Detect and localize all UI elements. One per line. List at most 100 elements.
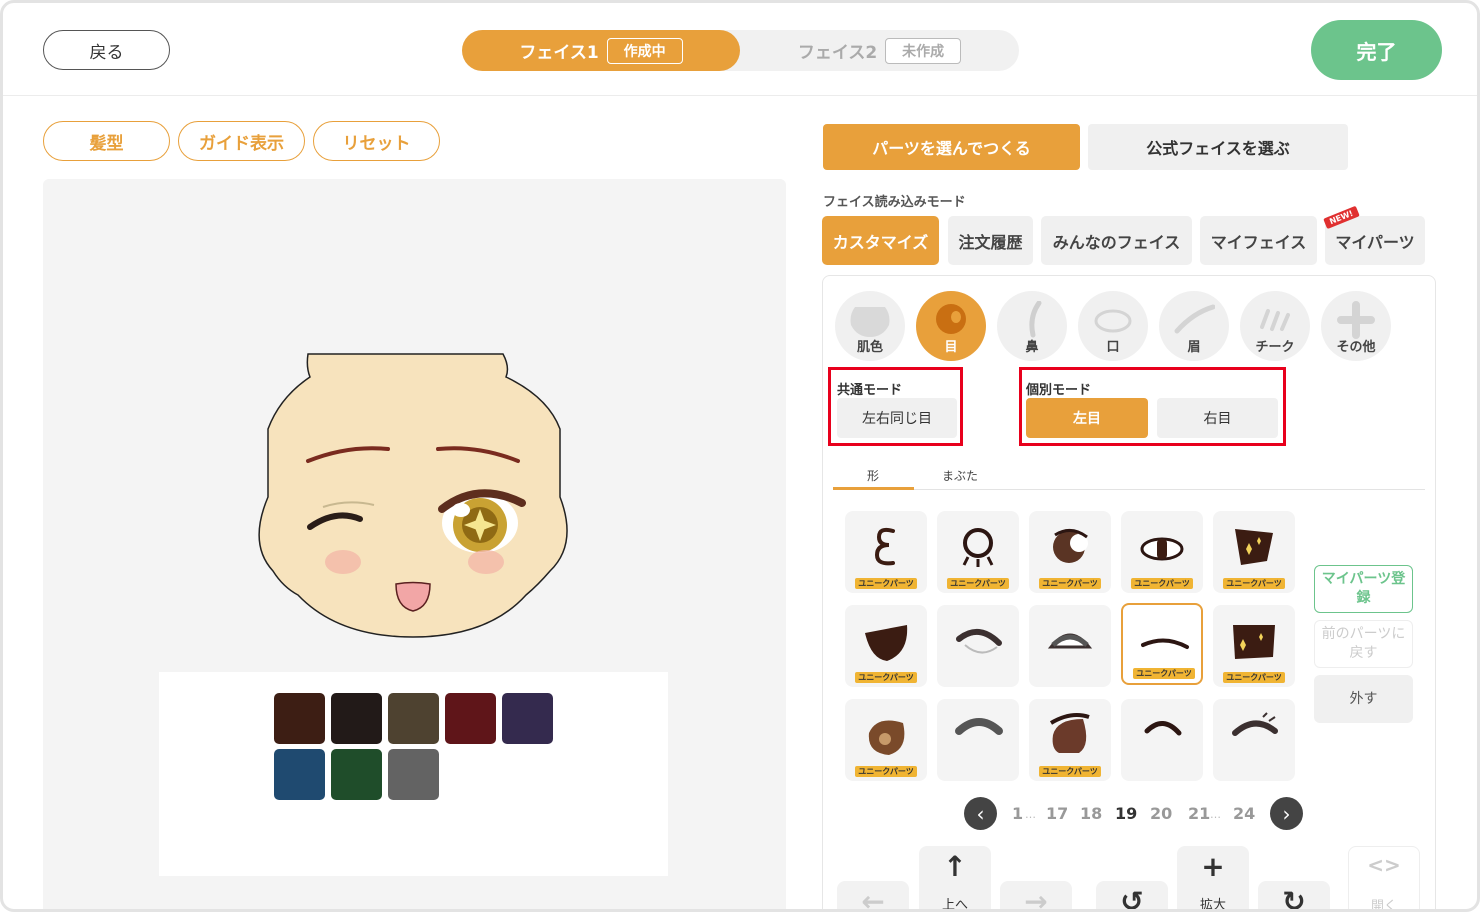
category-label: 口: [1106, 340, 1120, 355]
register-my-parts-button[interactable]: マイパーツ登録: [1314, 565, 1413, 613]
app-window: 戻る フェイス1 作成中 フェイス2 未作成 完了 髪型 ガイド表示 リセット: [0, 0, 1480, 912]
category-nose[interactable]: 鼻: [997, 291, 1067, 361]
eye-part-tile[interactable]: ユニークパーツ: [1213, 511, 1295, 593]
eye-part-tile[interactable]: ユニークパーツ: [1121, 511, 1203, 593]
page-number[interactable]: 20: [1150, 804, 1172, 823]
category-eyes[interactable]: 目: [916, 291, 986, 361]
category-eyebrows[interactable]: 眉: [1159, 291, 1229, 361]
tab-shape[interactable]: 形: [867, 467, 879, 484]
back-button[interactable]: 戻る: [43, 30, 170, 70]
page-number[interactable]: 17: [1046, 804, 1068, 823]
category-cheek[interactable]: チーク: [1240, 291, 1310, 361]
category-mouth[interactable]: 口: [1078, 291, 1148, 361]
hair-button[interactable]: 髪型: [43, 121, 170, 161]
tab-face-2[interactable]: フェイス2 未作成: [740, 30, 1019, 71]
enlarge-button[interactable]: + 拡大: [1177, 846, 1249, 912]
eye-part-icon: [1233, 625, 1275, 659]
remove-part-button[interactable]: 外す: [1314, 675, 1413, 723]
face-tabs: フェイス1 作成中 フェイス2 未作成: [462, 30, 1019, 71]
page-number[interactable]: 21: [1188, 804, 1210, 823]
unique-part-badge: ユニークパーツ: [1223, 578, 1285, 589]
page-number[interactable]: 1: [1012, 804, 1023, 823]
category-skin[interactable]: 肌色: [835, 291, 905, 361]
tab-customize[interactable]: カスタマイズ: [822, 216, 939, 265]
tab-face-1[interactable]: フェイス1 作成中: [462, 30, 740, 71]
color-swatch[interactable]: [445, 693, 496, 744]
right-eye-button[interactable]: 右目: [1157, 398, 1278, 438]
move-left-button[interactable]: ←: [837, 881, 909, 912]
category-label: 目: [944, 340, 958, 355]
reset-button[interactable]: リセット: [313, 121, 440, 161]
page-ellipsis: …: [1210, 808, 1221, 821]
load-mode-label: フェイス読み込みモード: [823, 195, 966, 210]
arrow-right-icon: →: [1024, 885, 1048, 912]
eye-part-tile[interactable]: [1213, 699, 1295, 781]
eye-part-tile[interactable]: [937, 699, 1019, 781]
chevron-right-icon: ›: [1282, 801, 1291, 826]
unique-part-badge: ユニークパーツ: [1133, 668, 1195, 679]
rotate-right-button[interactable]: ↻: [1258, 881, 1330, 909]
face-preview-canvas[interactable]: [43, 179, 786, 909]
undo-part-button[interactable]: 前のパーツに戻す: [1314, 620, 1413, 668]
eye-part-tile[interactable]: ユニークパーツ: [1213, 605, 1295, 687]
page-number[interactable]: 18: [1080, 804, 1102, 823]
build-from-parts-button[interactable]: パーツを選んでつくる: [823, 124, 1080, 170]
move-up-button[interactable]: ↑ 上へ: [919, 846, 991, 909]
active-subtab-indicator: [833, 487, 914, 490]
same-both-eyes-button[interactable]: 左右同じ目: [837, 398, 957, 438]
prev-page-button[interactable]: ‹: [964, 797, 997, 830]
open-button[interactable]: <> 開く: [1348, 846, 1420, 909]
eye-part-tile[interactable]: [1029, 605, 1111, 687]
eye-part-icon: [962, 528, 994, 567]
done-button[interactable]: 完了: [1311, 20, 1442, 80]
tab-eyelid[interactable]: まぶた: [942, 467, 978, 484]
category-label: チーク: [1255, 340, 1295, 355]
tab-my-face[interactable]: マイフェイス: [1200, 216, 1317, 265]
eye-part-tile[interactable]: [1121, 699, 1203, 781]
color-palette: [159, 672, 668, 876]
unique-part-badge: ユニークパーツ: [1131, 578, 1193, 589]
category-label: 肌色: [856, 340, 883, 355]
eye-part-tile[interactable]: ユニークパーツ: [845, 699, 927, 781]
eye-part-tile[interactable]: ユニークパーツ: [937, 511, 1019, 593]
top-bar: 戻る フェイス1 作成中 フェイス2 未作成 完了: [3, 3, 1477, 96]
eye-part-tile[interactable]: ユニークパーツ: [1029, 699, 1111, 781]
page-number[interactable]: 24: [1233, 804, 1255, 823]
eye-part-icon: [955, 718, 1003, 735]
eye-part-icon: [1144, 721, 1182, 736]
unique-part-badge: ユニークパーツ: [855, 578, 917, 589]
choose-official-face-button[interactable]: 公式フェイスを選ぶ: [1088, 124, 1348, 170]
category-label: 鼻: [1025, 340, 1039, 355]
color-swatch[interactable]: [331, 749, 382, 800]
arrow-left-icon: ←: [861, 885, 885, 912]
color-swatch[interactable]: [502, 693, 553, 744]
category-other[interactable]: その他: [1321, 291, 1391, 361]
rotate-left-button[interactable]: ↺: [1096, 881, 1168, 912]
color-swatch[interactable]: [274, 749, 325, 800]
next-page-button[interactable]: ›: [1270, 797, 1303, 830]
eye-part-tile[interactable]: ユニークパーツ: [1029, 511, 1111, 593]
eye-part-icon: [1235, 529, 1273, 565]
eye-part-tile[interactable]: ユニークパーツ: [845, 605, 927, 687]
page-number-current[interactable]: 19: [1115, 804, 1137, 823]
tab-everyones-faces[interactable]: みんなのフェイス: [1041, 216, 1192, 265]
eye-part-tile[interactable]: [937, 605, 1019, 687]
rotate-left-icon: ↺: [1120, 885, 1144, 912]
eye-part-tile[interactable]: ユニークパーツ: [845, 511, 927, 593]
tab-order-history[interactable]: 注文履歴: [948, 216, 1033, 265]
chevron-left-icon: ‹: [976, 801, 985, 826]
common-mode-title: 共通モード: [837, 383, 903, 398]
color-swatch[interactable]: [274, 693, 325, 744]
color-swatch[interactable]: [388, 693, 439, 744]
eye-part-icon: [865, 625, 908, 661]
move-right-button[interactable]: →: [1000, 881, 1072, 912]
color-swatch[interactable]: [331, 693, 382, 744]
eye-part-tile-selected[interactable]: ユニークパーツ: [1121, 603, 1203, 685]
left-eye-button[interactable]: 左目: [1026, 398, 1148, 438]
eye-part-icon: [1141, 638, 1189, 649]
guide-toggle-button[interactable]: ガイド表示: [178, 121, 305, 161]
unique-part-badge: ユニークパーツ: [947, 578, 1009, 589]
enlarge-label: 拡大: [1199, 898, 1226, 912]
color-swatch[interactable]: [388, 749, 439, 800]
unique-part-badge: ユニークパーツ: [1039, 578, 1101, 589]
